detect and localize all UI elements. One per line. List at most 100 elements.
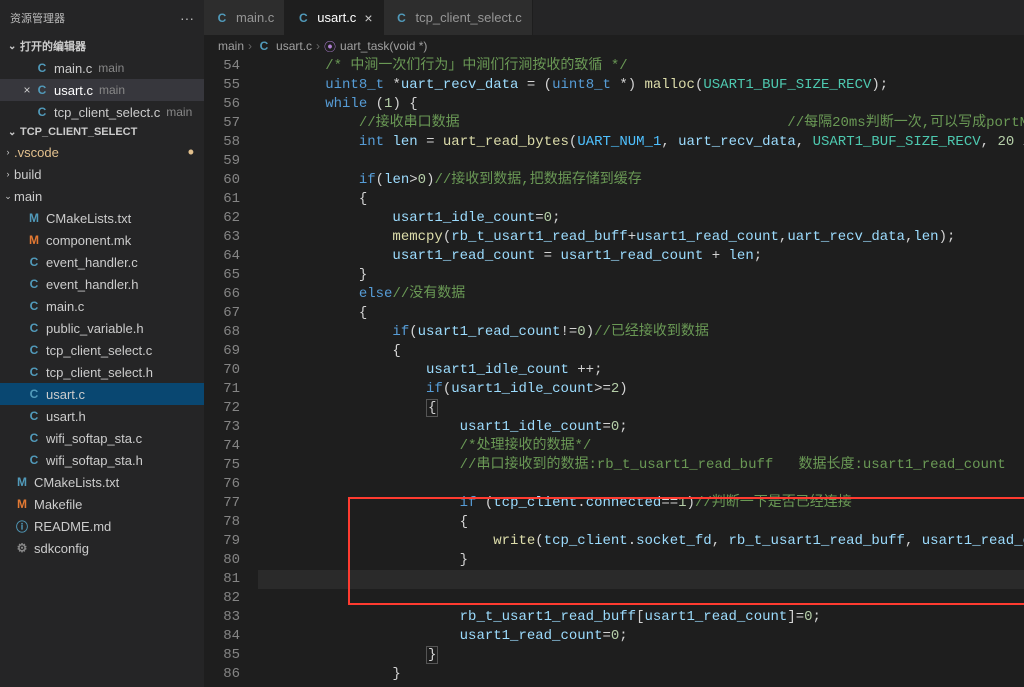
- file-icon: C: [26, 343, 42, 357]
- function-icon: ⦿: [324, 38, 336, 55]
- open-editor-item[interactable]: C tcp_client_select.c main: [0, 101, 204, 123]
- file-name: main.c: [54, 61, 92, 76]
- file-item[interactable]: M CMakeLists.txt: [0, 471, 204, 493]
- editor-tab[interactable]: C main.c: [204, 0, 285, 35]
- tab-label: main.c: [236, 10, 274, 25]
- open-editors-label: 打开的编辑器: [20, 38, 86, 54]
- sidebar-header: 资源管理器 ···: [0, 0, 204, 35]
- file-name: component.mk: [46, 233, 131, 248]
- file-item[interactable]: C event_handler.c: [0, 251, 204, 273]
- c-file-icon: C: [214, 11, 230, 25]
- file-name: public_variable.h: [46, 321, 144, 336]
- file-name: event_handler.c: [46, 255, 138, 270]
- c-file-icon: C: [34, 61, 50, 75]
- project-header[interactable]: ⌄ TCP_CLIENT_SELECT: [0, 123, 204, 141]
- file-name: wifi_softap_sta.h: [46, 453, 143, 468]
- modified-dot-icon: •: [188, 148, 194, 156]
- file-icon: C: [26, 299, 42, 313]
- file-icon: C: [26, 431, 42, 445]
- file-icon: C: [26, 387, 42, 401]
- file-item[interactable]: C tcp_client_select.h: [0, 361, 204, 383]
- open-editors-header[interactable]: ⌄ 打开的编辑器: [0, 35, 204, 57]
- folder-item[interactable]: › build: [0, 163, 204, 185]
- c-file-icon: C: [34, 83, 50, 97]
- code-editor[interactable]: 5455565758596061626364656667686970717273…: [204, 57, 1024, 687]
- chevron-icon: ›: [2, 169, 14, 179]
- file-name: Makefile: [34, 497, 82, 512]
- file-icon: ⚙: [14, 541, 30, 555]
- file-icon: C: [26, 365, 42, 379]
- file-icon: C: [26, 255, 42, 269]
- file-name: wifi_softap_sta.c: [46, 431, 142, 446]
- open-editors-list: C main.c main× C usart.c main C tcp_clie…: [0, 57, 204, 123]
- file-name: CMakeLists.txt: [34, 475, 119, 490]
- file-item[interactable]: C wifi_softap_sta.h: [0, 449, 204, 471]
- file-name: usart.c: [54, 83, 93, 98]
- file-item[interactable]: C event_handler.h: [0, 273, 204, 295]
- c-file-icon: C: [256, 39, 272, 53]
- file-icon: M: [26, 211, 42, 225]
- sidebar-title: 资源管理器: [10, 10, 65, 26]
- chevron-icon: ›: [2, 147, 14, 157]
- editor-tab[interactable]: C tcp_client_select.c: [384, 0, 533, 35]
- file-name: main.c: [46, 299, 84, 314]
- breadcrumb-segment[interactable]: uart_task(void *): [340, 39, 427, 53]
- chevron-down-icon: ⌄: [8, 41, 20, 52]
- chevron-down-icon: ⌄: [8, 127, 20, 138]
- more-icon[interactable]: ···: [180, 10, 194, 26]
- file-name: usart.c: [46, 387, 85, 402]
- file-item[interactable]: C main.c: [0, 295, 204, 317]
- close-icon[interactable]: ×: [364, 10, 372, 26]
- folder-name: .vscode: [14, 145, 59, 160]
- breadcrumb[interactable]: main › C usart.c › ⦿ uart_task(void *): [204, 35, 1024, 57]
- file-icon: M: [14, 475, 30, 489]
- file-icon: C: [26, 409, 42, 423]
- file-item[interactable]: ⚙ sdkconfig: [0, 537, 204, 559]
- file-item[interactable]: ⓘ README.md: [0, 515, 204, 537]
- chevron-icon: ⌄: [2, 191, 14, 202]
- c-file-icon: C: [295, 11, 311, 25]
- file-icon: C: [26, 277, 42, 291]
- file-item[interactable]: C public_variable.h: [0, 317, 204, 339]
- code-content[interactable]: /* 中涧一次们行为」中涧们行涧按收的致循 */ uint8_t *uart_r…: [258, 57, 1024, 687]
- line-number-gutter: 5455565758596061626364656667686970717273…: [204, 57, 258, 687]
- open-editor-item[interactable]: × C usart.c main: [0, 79, 204, 101]
- folder-item[interactable]: › .vscode •: [0, 141, 204, 163]
- tab-bar: C main.c C usart.c ×C tcp_client_select.…: [204, 0, 1024, 35]
- file-item[interactable]: C wifi_softap_sta.c: [0, 427, 204, 449]
- file-name: usart.h: [46, 409, 86, 424]
- folder-name: build: [14, 167, 41, 182]
- folder-tree: › .vscode •› build ⌄ main M CMakeLists.t…: [0, 141, 204, 559]
- file-name: tcp_client_select.c: [46, 343, 152, 358]
- file-path: main: [99, 83, 125, 97]
- file-item[interactable]: M component.mk: [0, 229, 204, 251]
- file-icon: C: [26, 321, 42, 335]
- file-icon: ⓘ: [14, 518, 30, 535]
- file-icon: M: [14, 497, 30, 511]
- file-path: main: [166, 105, 192, 119]
- c-file-icon: C: [394, 11, 410, 25]
- file-item[interactable]: M CMakeLists.txt: [0, 207, 204, 229]
- file-path: main: [98, 61, 124, 75]
- file-item[interactable]: C usart.h: [0, 405, 204, 427]
- breadcrumb-segment[interactable]: main: [218, 39, 244, 53]
- file-item[interactable]: C tcp_client_select.c: [0, 339, 204, 361]
- chevron-right-icon: ›: [248, 39, 252, 53]
- folder-item[interactable]: ⌄ main: [0, 185, 204, 207]
- main-editor-area: C main.c C usart.c ×C tcp_client_select.…: [204, 0, 1024, 687]
- tab-label: usart.c: [317, 10, 356, 25]
- file-name: README.md: [34, 519, 111, 534]
- file-item[interactable]: M Makefile: [0, 493, 204, 515]
- chevron-right-icon: ›: [316, 39, 320, 53]
- folder-name: main: [14, 189, 42, 204]
- open-editor-item[interactable]: C main.c main: [0, 57, 204, 79]
- file-icon: M: [26, 233, 42, 247]
- sidebar: 资源管理器 ··· ⌄ 打开的编辑器 C main.c main× C usar…: [0, 0, 204, 687]
- tab-label: tcp_client_select.c: [416, 10, 522, 25]
- file-item[interactable]: C usart.c: [0, 383, 204, 405]
- file-name: sdkconfig: [34, 541, 89, 556]
- close-icon[interactable]: ×: [20, 83, 34, 97]
- file-icon: C: [26, 453, 42, 467]
- editor-tab[interactable]: C usart.c ×: [285, 0, 383, 35]
- breadcrumb-segment[interactable]: usart.c: [276, 39, 312, 53]
